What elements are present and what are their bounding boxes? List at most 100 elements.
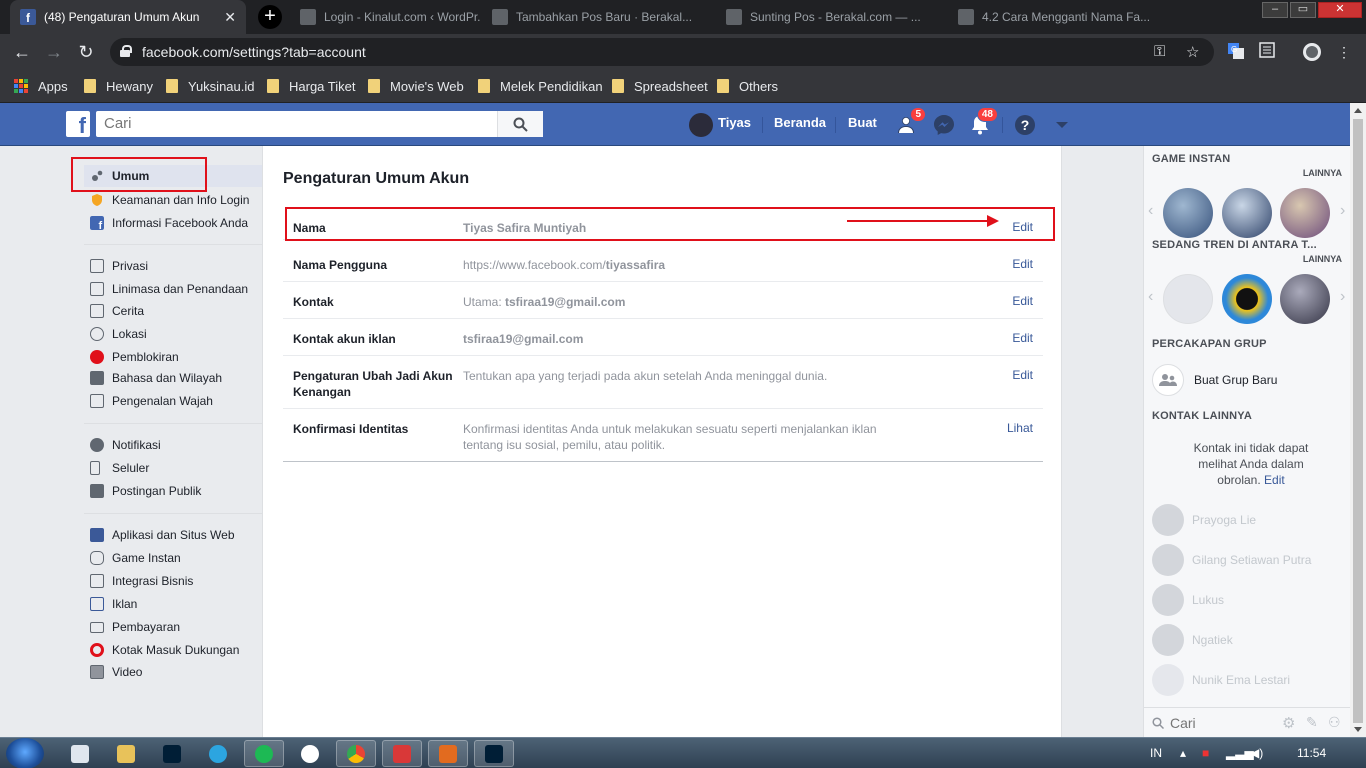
tray-expand-icon[interactable]: ▴: [1180, 746, 1186, 760]
page-scrollbar[interactable]: [1350, 103, 1366, 737]
facebook-logo-icon[interactable]: f: [66, 111, 90, 138]
taskbar-app[interactable]: [198, 740, 238, 767]
taskbar-app[interactable]: [382, 740, 422, 767]
bookmark-folder[interactable]: Spreadsheet: [612, 77, 708, 95]
nav-item-timeline[interactable]: Linimasa dan Penandaan: [84, 279, 262, 299]
bookmark-folder[interactable]: Melek Pendidikan: [478, 77, 603, 95]
new-group-icon[interactable]: ⚇: [1328, 714, 1341, 731]
nav-item-video[interactable]: Video: [84, 662, 262, 682]
edit-username-link[interactable]: Edit: [1012, 257, 1033, 271]
nav-item-apps[interactable]: Aplikasi dan Situs Web: [84, 525, 262, 545]
nav-item-facebook-info[interactable]: f Informasi Facebook Anda: [84, 213, 262, 233]
tab-background[interactable]: Login - Kinalut.com ‹ WordPr...: [290, 0, 480, 34]
close-window-button[interactable]: ✕: [1318, 2, 1362, 18]
friend-requests-button[interactable]: 5: [896, 107, 926, 137]
edit-contact-link[interactable]: Edit: [1012, 294, 1033, 308]
star-icon[interactable]: ☆: [1186, 43, 1199, 61]
game-thumbnail[interactable]: [1280, 188, 1330, 238]
contact-item[interactable]: Gilang Setiawan Putra: [1152, 544, 1311, 576]
taskbar-app[interactable]: [244, 740, 284, 767]
scroll-up-icon[interactable]: [1354, 108, 1362, 113]
settings-row-identity[interactable]: Konfirmasi Identitas Konfirmasi identita…: [283, 409, 1043, 461]
settings-row-contact[interactable]: Kontak Utama: tsfiraa19@gmail.com Edit: [283, 282, 1043, 319]
account-menu-button[interactable]: [1050, 113, 1074, 137]
reload-button[interactable]: ↻: [75, 41, 97, 63]
nav-item-support-inbox[interactable]: Kotak Masuk Dukungan: [84, 640, 262, 660]
key-icon[interactable]: ⚿: [1154, 43, 1165, 60]
nav-item-privacy[interactable]: Privasi: [84, 256, 262, 276]
nav-item-language[interactable]: Bahasa dan Wilayah: [84, 368, 262, 388]
game-thumbnail[interactable]: [1222, 188, 1272, 238]
profile-link[interactable]: Tiyas: [718, 115, 751, 130]
avatar[interactable]: [689, 113, 713, 137]
nav-item-blocking[interactable]: Pemblokiran: [84, 347, 262, 367]
taskbar-app[interactable]: [152, 740, 192, 767]
menu-icon[interactable]: ⋮: [1334, 42, 1354, 62]
bookmark-folder[interactable]: Yuksinau.id: [166, 77, 255, 95]
nav-item-mobile[interactable]: Seluler: [84, 458, 262, 478]
nav-item-location[interactable]: Lokasi: [84, 324, 262, 344]
maximize-button[interactable]: ▭: [1290, 2, 1316, 18]
compose-icon[interactable]: ✎: [1306, 714, 1318, 731]
translate-icon[interactable]: G: [1226, 42, 1246, 62]
chevron-right-icon[interactable]: ›: [1340, 288, 1345, 306]
tab-background[interactable]: 4.2 Cara Mengganti Nama Fa...: [948, 0, 1174, 34]
game-thumbnail[interactable]: [1222, 274, 1272, 324]
scroll-down-icon[interactable]: [1354, 727, 1362, 732]
search-button[interactable]: [497, 111, 543, 137]
gear-icon[interactable]: ⚙: [1282, 714, 1295, 732]
tab-background[interactable]: Sunting Pos - Berakal.com — ...: [716, 0, 946, 34]
bookmark-folder[interactable]: Harga Tiket: [267, 77, 355, 95]
contact-item[interactable]: Prayoga Lie: [1152, 504, 1256, 536]
taskbar-app[interactable]: [60, 740, 100, 767]
reader-icon[interactable]: [1257, 42, 1277, 62]
settings-row-memorialization[interactable]: Pengaturan Ubah Jadi Akun Kenangan Tentu…: [283, 356, 1043, 409]
nav-item-business[interactable]: Integrasi Bisnis: [84, 571, 262, 591]
create-link[interactable]: Buat: [848, 115, 877, 130]
settings-row-ad-contact[interactable]: Kontak akun iklan tsfiraa19@gmail.com Ed…: [283, 319, 1043, 356]
address-bar[interactable]: facebook.com/settings?tab=account ⚿ ☆: [110, 38, 1214, 66]
tab-background[interactable]: Tambahkan Pos Baru · Berakal...: [482, 0, 714, 34]
settings-row-username[interactable]: Nama Pengguna https://www.facebook.com/t…: [283, 245, 1043, 282]
nav-item-face-recognition[interactable]: Pengenalan Wajah: [84, 391, 262, 411]
taskbar-app[interactable]: [428, 740, 468, 767]
forward-button[interactable]: →: [43, 41, 65, 63]
chevron-left-icon[interactable]: ‹: [1148, 202, 1153, 220]
nav-item-public-posts[interactable]: Postingan Publik: [84, 481, 262, 501]
minimize-button[interactable]: –: [1262, 2, 1288, 18]
chevron-right-icon[interactable]: ›: [1340, 202, 1345, 220]
messenger-button[interactable]: [932, 113, 956, 137]
start-button[interactable]: [6, 738, 44, 768]
facebook-search-input[interactable]: [96, 111, 496, 135]
nav-item-instant-games[interactable]: Game Instan: [84, 548, 262, 568]
games-more-link[interactable]: LAINNYA: [1303, 168, 1342, 178]
nav-item-stories[interactable]: Cerita: [84, 301, 262, 321]
taskbar-app[interactable]: [106, 740, 146, 767]
bookmark-apps[interactable]: Apps: [14, 77, 68, 95]
edit-ad-contact-link[interactable]: Edit: [1012, 331, 1033, 345]
taskbar-app[interactable]: [290, 740, 330, 767]
game-thumbnail[interactable]: [1163, 188, 1213, 238]
help-button[interactable]: ?: [1013, 113, 1037, 137]
contact-item[interactable]: Ngatiek: [1152, 624, 1233, 656]
bookmark-folder[interactable]: Others: [717, 77, 778, 95]
home-link[interactable]: Beranda: [774, 115, 826, 130]
bookmark-folder[interactable]: Movie's Web: [368, 77, 464, 95]
new-group-button[interactable]: Buat Grup Baru: [1152, 364, 1277, 396]
profile-avatar-icon[interactable]: [1302, 42, 1322, 62]
game-thumbnail[interactable]: [1280, 274, 1330, 324]
volume-icon[interactable]: ◀): [1250, 746, 1263, 760]
scrollbar-thumb[interactable]: [1353, 119, 1363, 723]
game-thumbnail[interactable]: [1163, 274, 1213, 324]
chevron-left-icon[interactable]: ‹: [1148, 288, 1153, 306]
clock[interactable]: 11:54: [1297, 746, 1326, 760]
chat-search-input[interactable]: [1170, 713, 1270, 733]
tab-active[interactable]: f (48) Pengaturan Umum Akun ✕: [10, 0, 246, 34]
trending-more-link[interactable]: LAINNYA: [1303, 254, 1342, 264]
contact-item[interactable]: Lukus: [1152, 584, 1224, 616]
nav-item-notifications[interactable]: Notifikasi: [84, 435, 262, 455]
close-tab-icon[interactable]: ✕: [216, 9, 236, 26]
nav-item-security[interactable]: Keamanan dan Info Login: [84, 190, 262, 210]
nav-item-ads[interactable]: Iklan: [84, 594, 262, 614]
back-button[interactable]: ←: [11, 41, 33, 63]
